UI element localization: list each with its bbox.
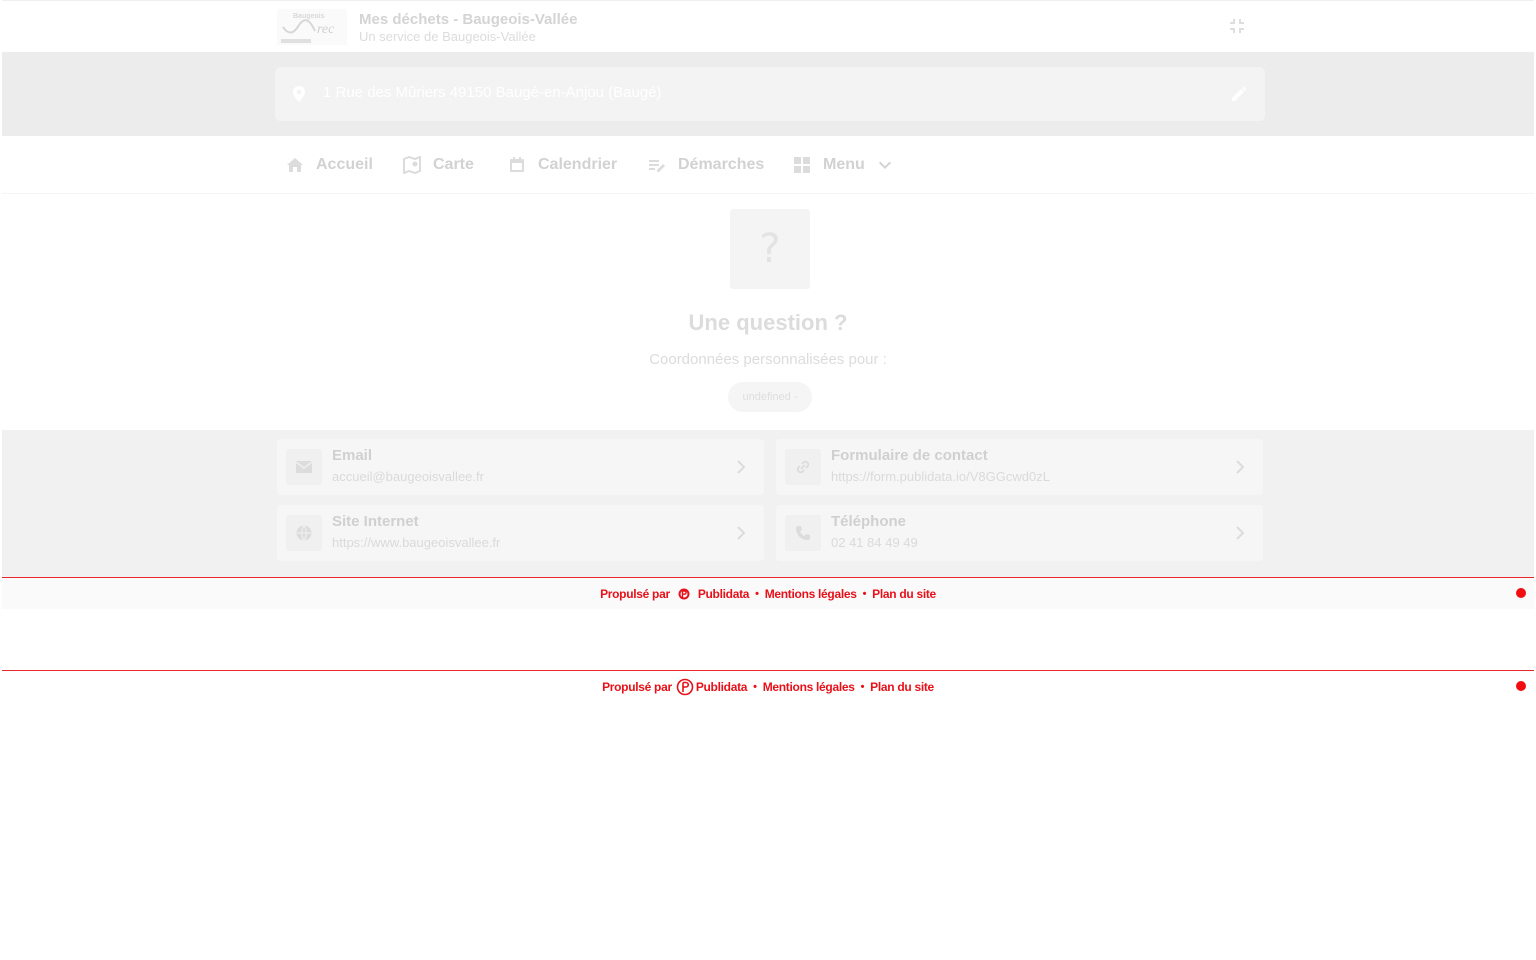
status-dot <box>1516 588 1526 598</box>
phone-icon <box>785 515 821 551</box>
powered-by-label: Propulsé par <box>600 586 670 601</box>
home-icon <box>287 158 303 172</box>
legal-link[interactable]: Mentions légales <box>765 587 857 601</box>
edit-pencil-icon[interactable] <box>1230 85 1248 103</box>
contact-card-form[interactable]: Formulaire de contact https://form.publi… <box>776 439 1263 495</box>
sitemap-link[interactable]: Plan du site <box>870 680 934 694</box>
context-chip: undefined - <box>728 382 812 412</box>
contact-card-phone[interactable]: Téléphone 02 41 84 49 49 <box>776 505 1263 561</box>
link-icon <box>785 449 821 485</box>
svg-text:rec: rec <box>317 22 335 37</box>
contact-title: Site Internet <box>332 513 419 530</box>
grid-icon <box>794 157 810 173</box>
chevron-right-icon <box>1236 460 1245 474</box>
question-title: Une question ? <box>688 310 848 335</box>
chevron-down-icon <box>878 161 891 170</box>
question-mark-icon: ? <box>730 209 810 289</box>
nav-item-accueil[interactable]: Accueil <box>286 136 373 194</box>
footer-secondary: Propulsé par Publidata • Mentions légale… <box>2 670 1534 702</box>
app-title: Mes déchets - Baugeois-Vallée <box>359 11 578 28</box>
app-header: Baugeois rec Mes déchets - Baugeois-Vall… <box>2 0 1534 52</box>
question-section: ? Une question ? Coordonnées personnalis… <box>2 194 1534 430</box>
collapse-icon[interactable] <box>1228 17 1246 35</box>
publidata-link[interactable]: Publidata <box>696 680 748 694</box>
sitemap-link[interactable]: Plan du site <box>872 587 936 601</box>
main-nav: Accueil Carte Calendrier Démarches Menu <box>2 136 1534 194</box>
question-subtitle: Coordonnées personnalisées pour : <box>649 351 887 368</box>
contact-value: 02 41 84 49 49 <box>831 535 918 550</box>
chevron-right-icon <box>737 526 746 540</box>
contact-value: https://www.baugeoisvallee.fr <box>332 535 501 550</box>
address-text: 1 Rue des Mûriers 49150 Baugé-en-Anjou (… <box>323 84 662 101</box>
chevron-right-icon <box>737 460 746 474</box>
contact-title: Téléphone <box>831 513 907 530</box>
footer-links: Propulsé par Publidata • Mentions légale… <box>2 671 1534 702</box>
location-pin-icon <box>293 86 305 102</box>
contacts-grid: Email accueil@baugeoisvallee.fr Formulai… <box>2 430 1534 577</box>
separator: • <box>755 587 759 600</box>
contact-card-email[interactable]: Email accueil@baugeoisvallee.fr <box>277 439 764 495</box>
nav-item-calendrier[interactable]: Calendrier <box>508 136 617 194</box>
chevron-right-icon <box>1236 526 1245 540</box>
legal-link[interactable]: Mentions légales <box>763 680 855 694</box>
publidata-logo-icon <box>676 678 694 695</box>
separator: • <box>862 587 867 600</box>
nav-label: Calendrier <box>538 156 618 173</box>
nav-label: Carte <box>433 156 474 173</box>
separator: • <box>860 680 865 693</box>
contact-title: Formulaire de contact <box>831 447 988 464</box>
contact-value: https://form.publidata.io/V8GGcwd0zL <box>831 469 1050 484</box>
publidata-link[interactable]: Publidata <box>698 587 750 601</box>
powered-by-label: Propulsé par <box>602 679 672 694</box>
address-band: 1 Rue des Mûriers 49150 Baugé-en-Anjou (… <box>2 52 1534 136</box>
footer-primary: Propulsé par Publidata • Mentions légale… <box>2 577 1534 609</box>
map-icon <box>403 156 421 174</box>
status-dot <box>1516 681 1526 691</box>
contact-title: Email <box>332 447 373 464</box>
nav-item-menu[interactable]: Menu <box>793 136 893 194</box>
nav-label: Démarches <box>678 156 765 173</box>
nav-label: Accueil <box>316 156 373 173</box>
calendar-icon <box>510 157 524 172</box>
separator: • <box>753 680 757 693</box>
mail-icon <box>286 449 322 485</box>
baugeois-vallee-logo[interactable]: Baugeois rec <box>277 9 347 45</box>
globe-icon <box>286 515 322 551</box>
app-subtitle: Un service de Baugeois-Vallée <box>359 29 536 44</box>
address-field[interactable]: 1 Rue des Mûriers 49150 Baugé-en-Anjou (… <box>275 67 1265 121</box>
nav-item-carte[interactable]: Carte <box>403 136 474 194</box>
svg-text:Baugeois: Baugeois <box>293 13 325 20</box>
nav-item-demarches[interactable]: Démarches <box>648 136 764 194</box>
publidata-logo-icon <box>678 588 690 599</box>
footer-links: Propulsé par Publidata • Mentions légale… <box>2 578 1534 609</box>
contact-card-website[interactable]: Site Internet https://www.baugeoisvallee… <box>277 505 764 561</box>
contact-value: accueil@baugeoisvallee.fr <box>332 469 484 484</box>
nav-label: Menu <box>823 156 865 173</box>
edit-note-icon <box>649 160 665 172</box>
